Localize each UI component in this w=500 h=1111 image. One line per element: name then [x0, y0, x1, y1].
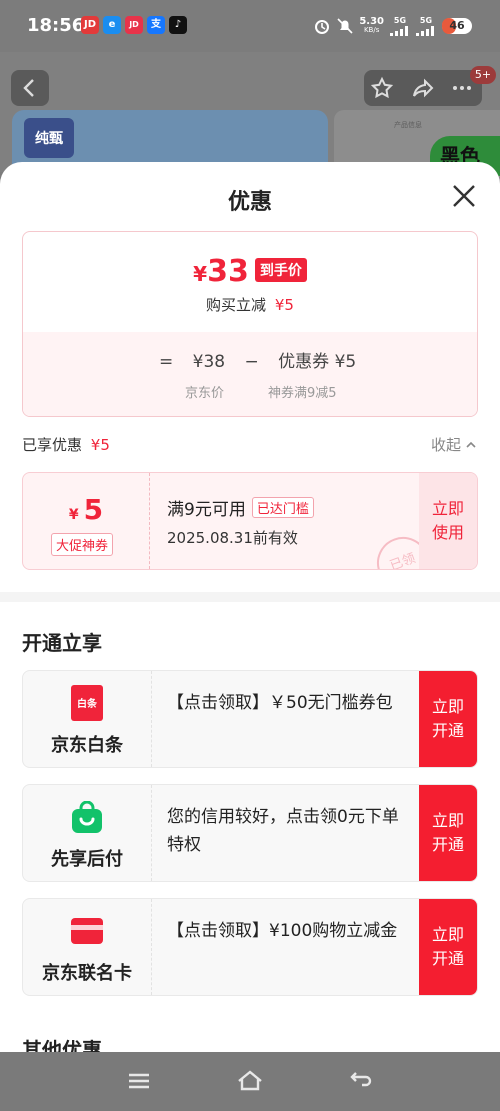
pay-later-desc: 您的信用较好，点击领0元下单特权 — [167, 807, 399, 855]
discount-sheet: 优惠 ¥ 33 到手价 购买立减 ¥5 = ¥38 − 优惠券 ¥5 京东价 神… — [0, 162, 500, 1052]
price-formula: = ¥38 − 优惠券 ¥5 京东价 神券满9减5 — [23, 332, 477, 416]
chevron-left-icon — [23, 79, 34, 97]
credit-card-icon — [71, 918, 103, 944]
signal-2: 5G — [416, 16, 436, 36]
collapse-label: 收起 — [430, 436, 461, 454]
alipay-app-icon: 支 — [147, 16, 165, 34]
alarm-icon — [315, 20, 330, 34]
baitiao-icon: 白条 — [71, 685, 103, 721]
coupon-condition-row: 满9元可用 已达门槛 — [167, 495, 314, 520]
tiktok-app-icon: ♪ — [169, 16, 187, 34]
back-button[interactable] — [11, 70, 49, 106]
home-icon[interactable] — [236, 1068, 264, 1094]
share-icon[interactable] — [411, 76, 435, 100]
minus-sign: − — [244, 352, 259, 372]
currency-symbol: ¥ — [193, 262, 208, 286]
coupon-expiry: 2025.08.31前有效 — [167, 529, 298, 547]
shopping-bag-icon — [72, 801, 102, 833]
chevron-up-icon — [466, 441, 476, 448]
signal-1-label: 5G — [393, 16, 407, 25]
collapse-toggle[interactable]: 收起 — [431, 434, 478, 455]
signal-bars-icon — [416, 26, 434, 36]
pay-later-card-left: 先享后付 — [23, 785, 152, 881]
enjoyed-discount-row: 已享优惠 ¥5 — [22, 434, 110, 455]
sheet-title: 优惠 — [227, 190, 272, 215]
status-time: 18:56 — [27, 15, 85, 36]
instant-reduce-row: 购买立减 ¥5 — [23, 294, 477, 315]
brand-badge: 纯甄 — [24, 118, 74, 158]
coupon-amount-row: ¥ 5 — [23, 493, 149, 526]
top-action-bar — [364, 70, 482, 106]
coupon-type-tag: 大促神券 — [51, 533, 114, 556]
co-brand-name: 京东联名卡 — [42, 963, 132, 984]
jd-finance-app-icon: JD — [125, 16, 143, 34]
notification-badge: 5+ — [470, 66, 496, 84]
coupon-amount: 优惠券 ¥5 — [278, 352, 357, 372]
formula-row: = ¥38 − 优惠券 ¥5 — [159, 347, 356, 372]
open-baitiao-button[interactable]: 立即 开通 — [419, 671, 477, 767]
final-price-tag: 到手价 — [254, 258, 307, 282]
back-nav-icon[interactable] — [348, 1068, 374, 1094]
instant-reduce-value: ¥5 — [274, 296, 294, 314]
pay-later-name: 先享后付 — [51, 849, 123, 870]
enjoyed-value: ¥5 — [90, 436, 110, 454]
system-icons: 5.30 KB/s 5G 5G 46 — [313, 14, 472, 38]
coupon-value: 5 — [83, 493, 104, 526]
signal-2-label: 5G — [419, 16, 433, 25]
network-speed-unit: KB/s — [363, 26, 380, 34]
final-price-row: ¥ 33 到手价 — [23, 254, 477, 289]
jd-price: ¥38 — [192, 352, 226, 372]
e-app-icon: e — [103, 16, 121, 34]
pay-later-card: 先享后付 您的信用较好，点击领0元下单特权 立即 开通 — [22, 784, 478, 882]
price-breakdown: ¥ 33 到手价 购买立减 ¥5 = ¥38 − 优惠券 ¥5 京东价 神券满9… — [22, 231, 478, 417]
co-brand-desc: 【点击领取】¥100购物立减金 — [167, 921, 398, 941]
battery-icon: 46 — [442, 18, 472, 34]
network-speed-value: 5.30 — [359, 16, 384, 27]
system-nav-bar — [0, 1052, 500, 1111]
signal-bars-icon — [390, 26, 408, 36]
star-icon[interactable] — [370, 76, 394, 100]
close-icon[interactable] — [450, 182, 478, 210]
open-co-brand-button[interactable]: 立即 开通 — [419, 899, 477, 995]
jd-price-caption: 京东价 — [185, 386, 225, 401]
product-info-label: 产品信息 — [394, 121, 422, 129]
threshold-reached-tag: 已达门槛 — [251, 497, 314, 518]
open-section-title: 开通立享 — [22, 631, 102, 655]
section-divider — [0, 592, 500, 602]
battery-level: 46 — [449, 19, 465, 32]
coupon-card: ¥ 5 大促神券 满9元可用 已达门槛 2025.08.31前有效 已领 立即 … — [22, 472, 478, 570]
network-speed: 5.30 KB/s — [359, 17, 384, 35]
baitiao-desc: 【点击领取】￥50无门槛券包 — [167, 693, 393, 713]
menu-icon[interactable] — [126, 1070, 152, 1092]
coupon-caption: 神券满9减5 — [268, 386, 337, 401]
status-bar: 18:56 JD e JD 支 ♪ 5.30 KB/s 5G 5G 46 — [0, 0, 500, 52]
enjoyed-label: 已享优惠 — [22, 436, 83, 454]
co-brand-card-left: 京东联名卡 — [23, 899, 152, 995]
other-section-title: 其他优惠 — [22, 1038, 102, 1052]
final-price: 33 — [207, 254, 249, 289]
co-brand-card: 京东联名卡 【点击领取】¥100购物立减金 立即 开通 — [22, 898, 478, 996]
mute-bell-icon — [337, 18, 353, 34]
coupon-currency: ¥ — [68, 507, 79, 523]
coupon-left: ¥ 5 大促神券 — [23, 473, 150, 569]
use-coupon-button[interactable]: 立即 使用 — [419, 473, 477, 569]
coupon-condition: 满9元可用 — [167, 500, 246, 520]
instant-reduce-label: 购买立减 — [206, 296, 267, 314]
equals-sign: = — [159, 352, 174, 372]
signal-1: 5G — [390, 16, 410, 36]
open-pay-later-button[interactable]: 立即 开通 — [419, 785, 477, 881]
baitiao-name: 京东白条 — [51, 735, 123, 756]
jd-app-icon: JD — [81, 16, 99, 34]
baitiao-card-left: 白条 京东白条 — [23, 671, 152, 767]
baitiao-card: 白条 京东白条 【点击领取】￥50无门槛券包 立即 开通 — [22, 670, 478, 768]
